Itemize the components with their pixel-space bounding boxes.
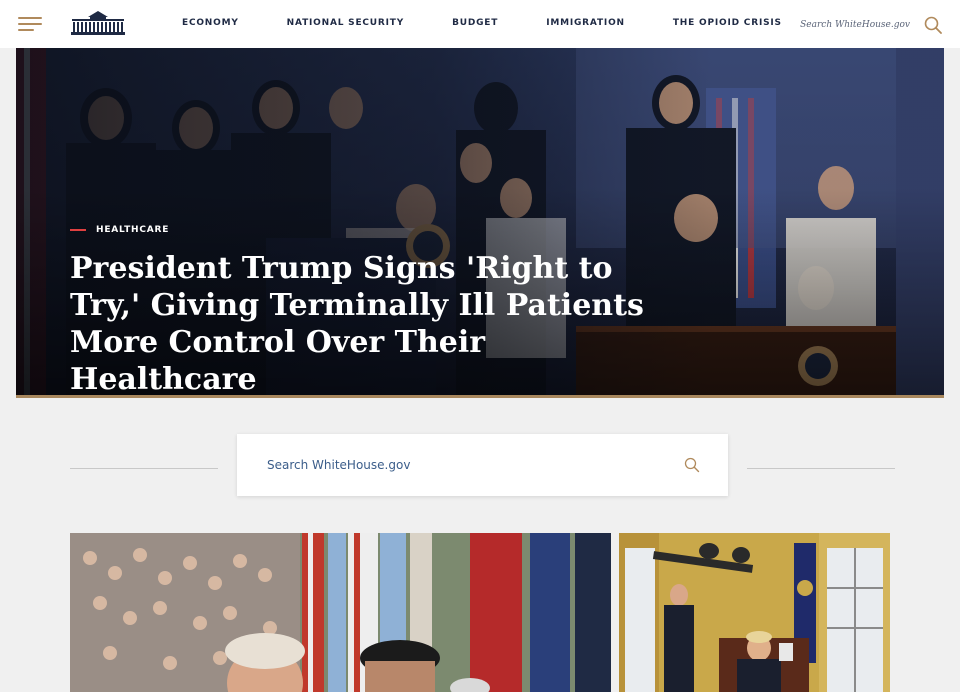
- hero-accent-rule: [16, 395, 944, 398]
- search-icon[interactable]: [684, 457, 700, 473]
- hero-category[interactable]: HEALTHCARE: [70, 225, 169, 235]
- hero-category-label[interactable]: HEALTHCARE: [96, 225, 169, 235]
- story-card-2[interactable]: [619, 533, 890, 692]
- header-search[interactable]: Search WhiteHouse.gov: [800, 16, 942, 34]
- hero-title[interactable]: President Trump Signs 'Right to Try,' Gi…: [70, 250, 670, 396]
- nav-immigration[interactable]: IMMIGRATION: [546, 18, 625, 28]
- nav-economy[interactable]: ECONOMY: [182, 18, 239, 28]
- divider-right: [747, 468, 895, 469]
- nav-budget[interactable]: BUDGET: [452, 18, 498, 28]
- hero-banner[interactable]: HEALTHCARE President Trump Signs 'Right …: [16, 48, 944, 396]
- header-search-label[interactable]: Search WhiteHouse.gov: [800, 20, 910, 30]
- nav-opioid-crisis[interactable]: THE OPIOID CRISIS: [673, 18, 782, 28]
- divider-left: [70, 468, 218, 469]
- menu-icon[interactable]: [18, 17, 42, 33]
- category-dash: [70, 229, 86, 231]
- white-house-logo[interactable]: [70, 10, 126, 36]
- nav-national-security[interactable]: NATIONAL SECURITY: [287, 18, 404, 28]
- story-photo-2: [619, 533, 890, 692]
- search-input[interactable]: [267, 455, 667, 475]
- story-card-1[interactable]: [70, 533, 611, 692]
- site-header: ECONOMY NATIONAL SECURITY BUDGET IMMIGRA…: [0, 0, 960, 48]
- story-photo-1: [70, 533, 611, 692]
- search-box: [237, 434, 728, 496]
- search-icon[interactable]: [924, 16, 942, 34]
- main-nav: ECONOMY NATIONAL SECURITY BUDGET IMMIGRA…: [182, 18, 830, 28]
